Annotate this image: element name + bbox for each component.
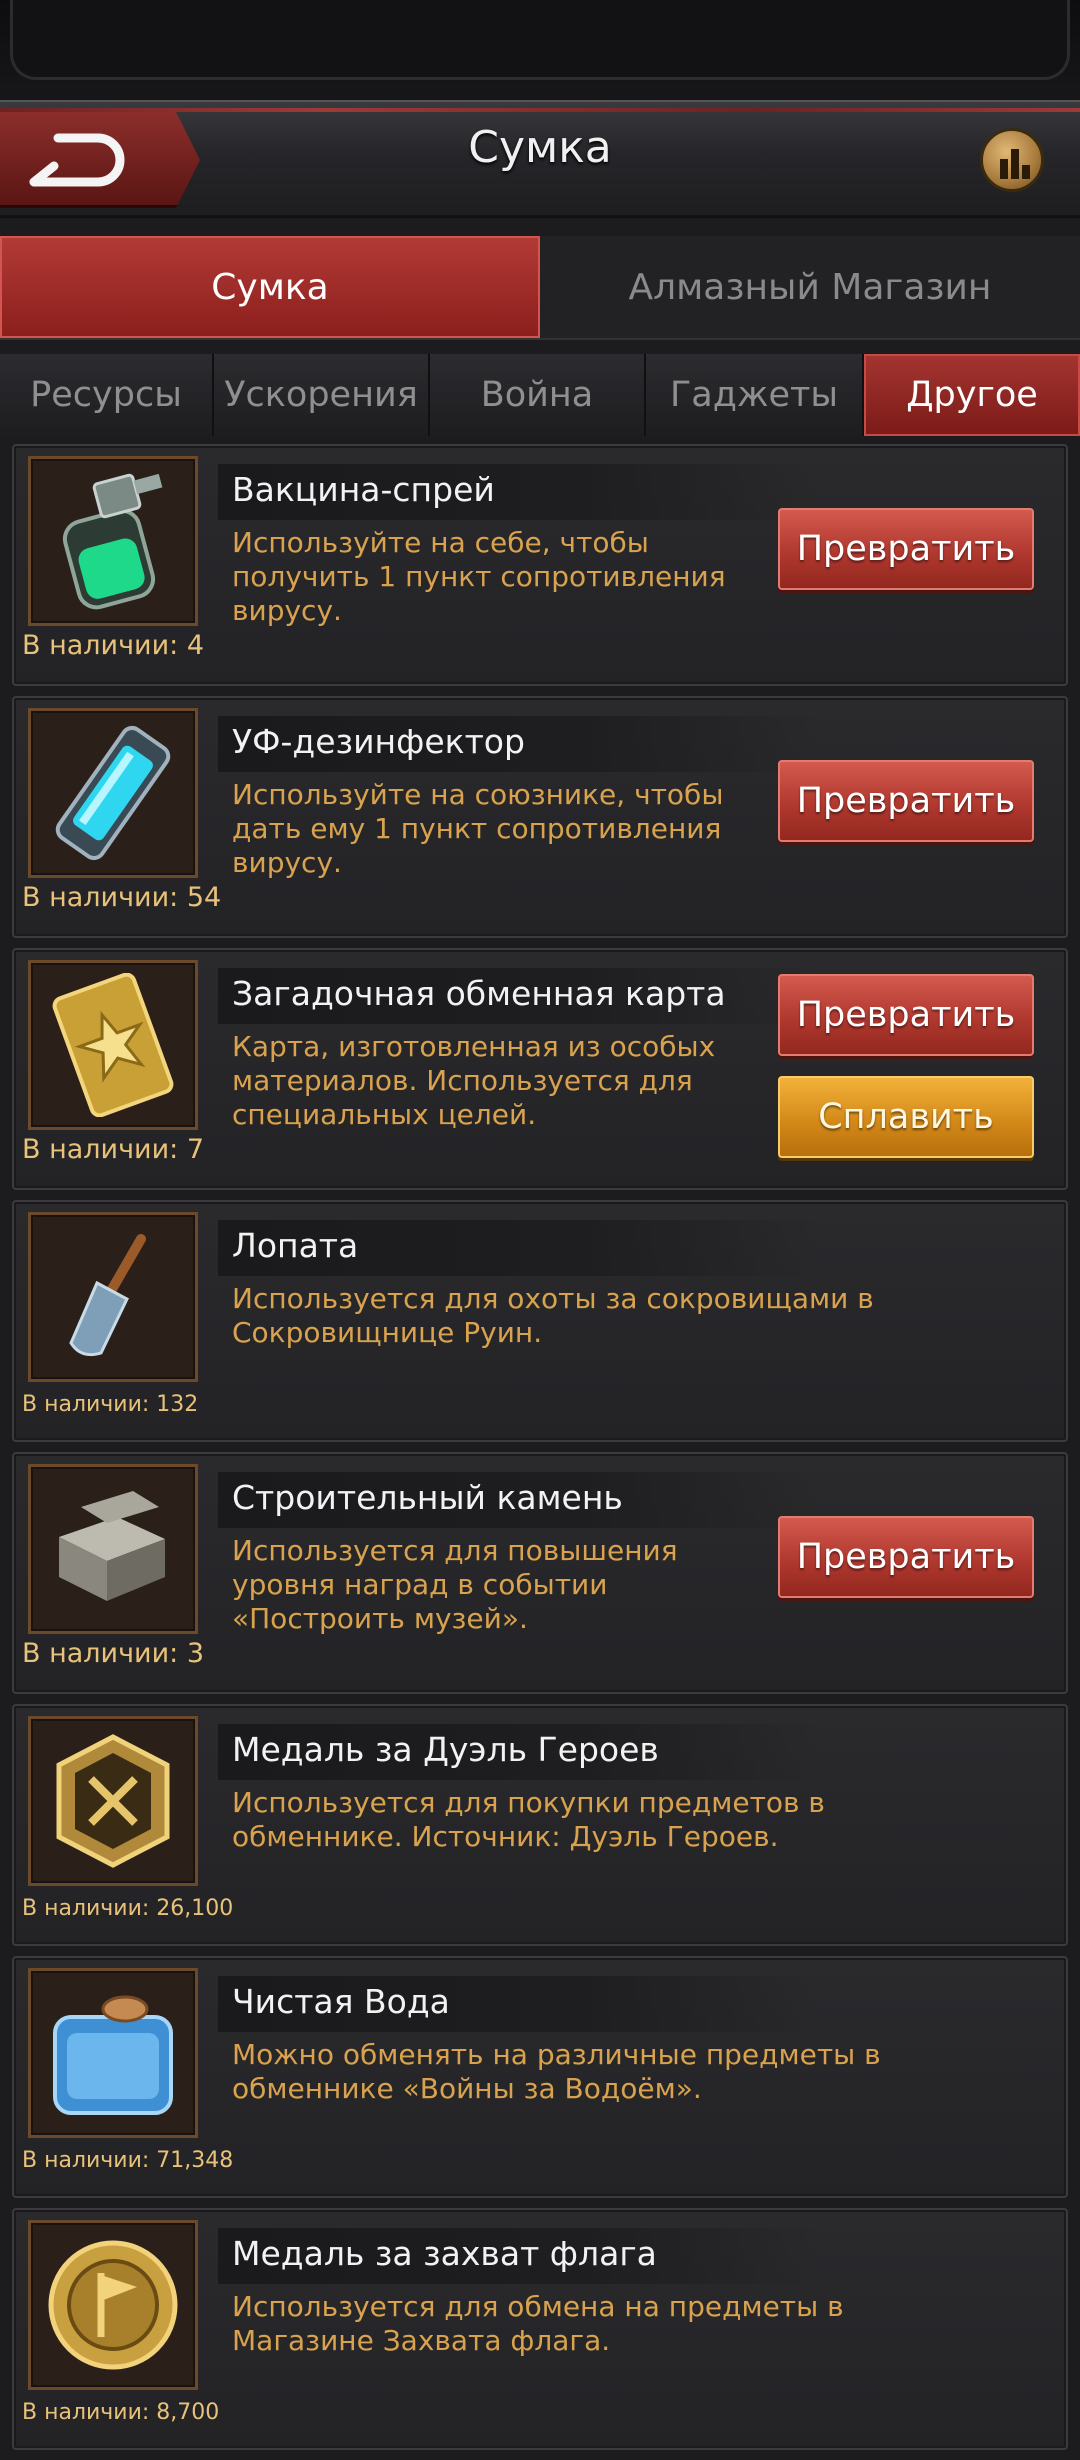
- convert-button[interactable]: Превратить: [778, 508, 1034, 590]
- building-stone-icon: [59, 1491, 165, 1601]
- item-icon-frame: [28, 1968, 198, 2138]
- item-name: Загадочная обменная карта: [218, 968, 818, 1024]
- item-name: Медаль за захват флага: [218, 2228, 818, 2284]
- capture-flag-medal-icon: [48, 2240, 178, 2370]
- exchange-card-icon: [52, 973, 174, 1117]
- item-name: Строительный камень: [218, 1472, 818, 1528]
- tab-bag[interactable]: Сумка: [0, 236, 540, 338]
- tab-speedups[interactable]: Ускорения: [214, 354, 430, 436]
- item-stock: В наличии: 71,348: [22, 2148, 234, 2173]
- item-icon-frame: [28, 960, 198, 1130]
- item-name: Чистая Вода: [218, 1976, 818, 2032]
- clean-water-icon: [53, 1995, 173, 2115]
- item-stock: В наличии: 7: [22, 1134, 205, 1165]
- item-icon-frame: [28, 708, 198, 878]
- item-stock: В наличии: 8,700: [22, 2400, 220, 2425]
- bar-chart-icon: [1000, 149, 1030, 179]
- fuse-button[interactable]: Сплавить: [778, 1076, 1034, 1158]
- item-description: Используется для обмена на предметы в Ма…: [232, 2290, 844, 2357]
- item-icon-frame: [28, 2220, 198, 2390]
- item-stock: В наличии: 4: [22, 630, 205, 661]
- item-icon-frame: [28, 1212, 198, 1382]
- list-item: В наличии: 54 УФ-дезинфектор Используйте…: [12, 696, 1068, 938]
- item-icon-frame: [28, 1716, 198, 1886]
- convert-button[interactable]: Превратить: [778, 1516, 1034, 1598]
- list-item: В наличии: 71,348 Чистая Вода Можно обме…: [12, 1956, 1068, 2198]
- hero-duel-medal-icon: [56, 1734, 170, 1868]
- item-icon-frame: [28, 456, 198, 626]
- stats-button[interactable]: [980, 128, 1044, 192]
- item-stock: В наличии: 54: [22, 882, 222, 913]
- tab-gadgets[interactable]: Гаджеты: [646, 354, 864, 436]
- top-frame: [0, 0, 1080, 100]
- item-description: Карта, изготовленная из особых материало…: [232, 1030, 716, 1131]
- uv-disinfector-icon: [55, 725, 171, 861]
- list-item: В наличии: 4 Вакцина-спрей Используйте н…: [12, 444, 1068, 686]
- item-description: Используйте на союзнике, чтобы дать ему …: [232, 778, 724, 879]
- item-stock: В наличии: 26,100: [22, 1896, 234, 1921]
- item-description: Используется для покупки предметов в обм…: [232, 1786, 825, 1853]
- item-name: УФ-дезинфектор: [218, 716, 818, 772]
- page-title: Сумка: [468, 122, 612, 173]
- item-name: Лопата: [218, 1220, 818, 1276]
- main-tabs: Сумка Алмазный Магазин: [0, 236, 1080, 340]
- list-item: В наличии: 3 Строительный камень Использ…: [12, 1452, 1068, 1694]
- tab-other[interactable]: Другое: [864, 354, 1080, 436]
- item-name: Вакцина-спрей: [218, 464, 818, 520]
- item-stock: В наличии: 132: [22, 1392, 199, 1417]
- list-item: В наличии: 8,700 Медаль за захват флага …: [12, 2208, 1068, 2450]
- tab-war[interactable]: Война: [430, 354, 646, 436]
- header-bar: Сумка: [0, 100, 1080, 218]
- vaccine-spray-icon: [62, 473, 163, 610]
- item-description: Используется для охоты за сокровищами в …: [232, 1282, 874, 1349]
- list-item: В наличии: 26,100 Медаль за Дуэль Героев…: [12, 1704, 1068, 1946]
- list-item: В наличии: 7 Загадочная обменная карта К…: [12, 948, 1068, 1190]
- item-icon-frame: [28, 1464, 198, 1634]
- list-item: В наличии: 132 Лопата Используется для о…: [12, 1200, 1068, 1442]
- convert-button[interactable]: Превратить: [778, 760, 1034, 842]
- item-stock: В наличии: 3: [22, 1638, 205, 1669]
- item-name: Медаль за Дуэль Героев: [218, 1724, 818, 1780]
- item-description: Используйте на себе, чтобы получить 1 пу…: [232, 526, 726, 627]
- convert-button[interactable]: Превратить: [778, 974, 1034, 1056]
- tab-resources[interactable]: Ресурсы: [0, 354, 214, 436]
- item-description: Используется для повышения уровня наград…: [232, 1534, 678, 1635]
- category-tabs: Ресурсы Ускорения Война Гаджеты Другое: [0, 354, 1080, 436]
- shovel-icon: [69, 1234, 146, 1357]
- item-description: Можно обменять на различные предметы в о…: [232, 2038, 881, 2105]
- tab-diamond-shop[interactable]: Алмазный Магазин: [540, 236, 1080, 338]
